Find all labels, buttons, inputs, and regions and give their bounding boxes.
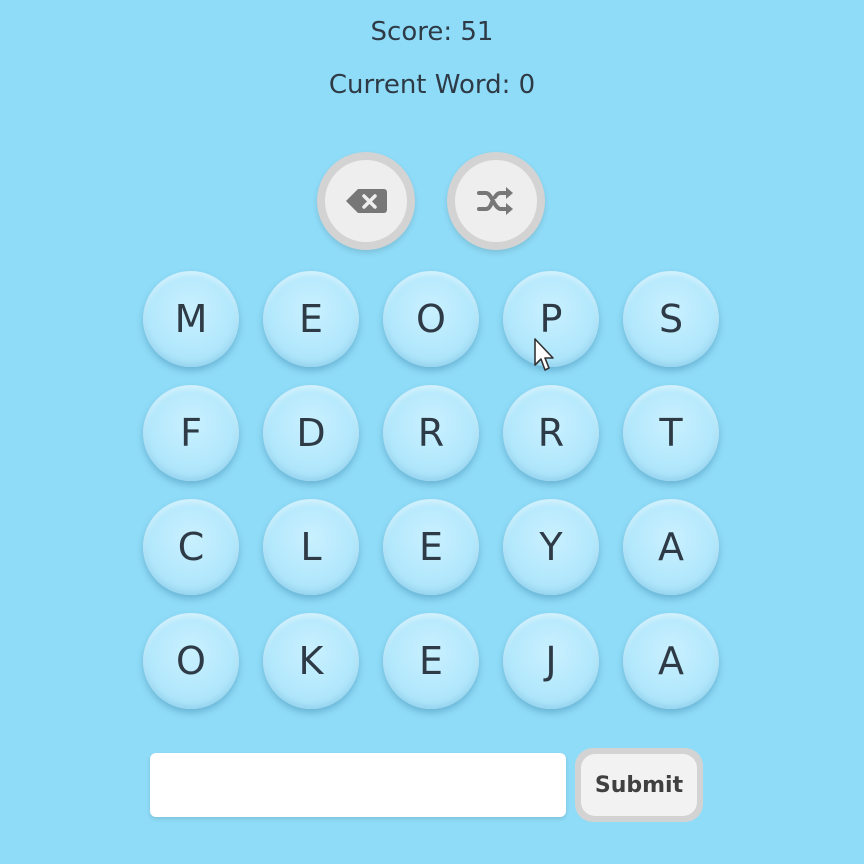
letter-tile[interactable]: A	[623, 613, 719, 709]
letter-tile[interactable]: L	[263, 499, 359, 595]
game-screen: Score: 51 Current Word: 0 MEOPSFDRRTCLEY…	[0, 0, 864, 864]
letter-tile[interactable]: R	[383, 385, 479, 481]
delete-button[interactable]	[317, 152, 415, 250]
letter-tile[interactable]: S	[623, 271, 719, 367]
letter-tile[interactable]: P	[503, 271, 599, 367]
submit-button-label: Submit	[581, 754, 697, 816]
shuffle-icon	[477, 187, 513, 215]
letter-tile[interactable]: O	[383, 271, 479, 367]
letter-tile[interactable]: K	[263, 613, 359, 709]
score-display: Score: 51	[370, 17, 494, 47]
letter-tile[interactable]: F	[143, 385, 239, 481]
letter-tile[interactable]: R	[503, 385, 599, 481]
shuffle-button-face	[455, 160, 537, 242]
letter-tile[interactable]: J	[503, 613, 599, 709]
shuffle-button[interactable]	[447, 152, 545, 250]
letter-tile[interactable]: A	[623, 499, 719, 595]
letter-tile[interactable]: O	[143, 613, 239, 709]
word-input[interactable]	[150, 753, 566, 817]
letter-tile[interactable]: Y	[503, 499, 599, 595]
letter-tile[interactable]: M	[143, 271, 239, 367]
letter-tile[interactable]: C	[143, 499, 239, 595]
letter-tile[interactable]: E	[383, 613, 479, 709]
backspace-icon	[346, 189, 387, 213]
letter-tile[interactable]: E	[263, 271, 359, 367]
letter-tile[interactable]: T	[623, 385, 719, 481]
letter-tile[interactable]: D	[263, 385, 359, 481]
letter-tile[interactable]: E	[383, 499, 479, 595]
submit-button[interactable]: Submit	[575, 748, 703, 822]
delete-button-face	[325, 160, 407, 242]
current-word-display: Current Word: 0	[328, 70, 536, 100]
